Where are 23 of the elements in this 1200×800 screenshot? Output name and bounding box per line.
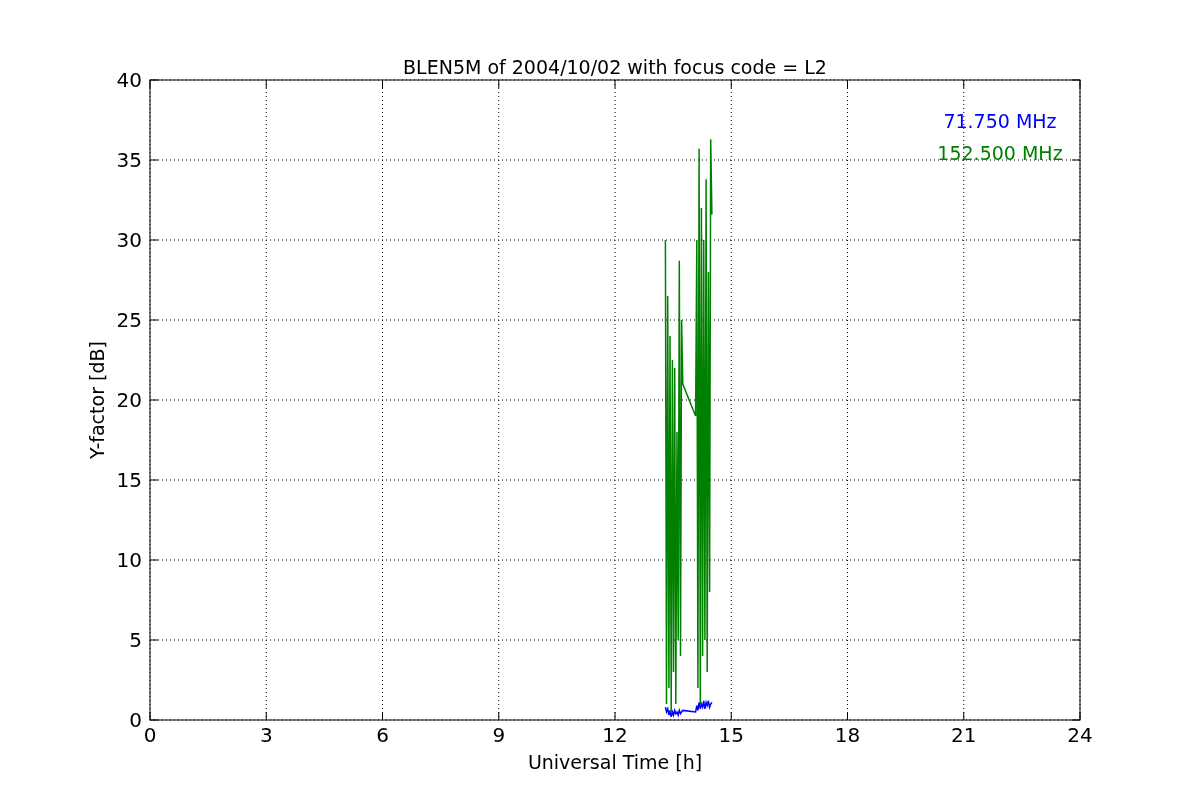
y-tick-label: 10 bbox=[116, 548, 142, 572]
y-tick-label: 5 bbox=[129, 628, 142, 652]
x-tick-label: 18 bbox=[834, 723, 861, 747]
y-tick-label: 15 bbox=[116, 468, 142, 492]
y-axis-label: Y-factor [dB] bbox=[86, 341, 108, 459]
y-tick-label: 35 bbox=[116, 148, 142, 172]
x-tick-label: 24 bbox=[1067, 723, 1093, 747]
x-axis-label: Universal Time [h] bbox=[527, 751, 703, 773]
x-tick-label: 3 bbox=[259, 723, 273, 747]
y-tick-label: 20 bbox=[116, 388, 142, 412]
chart-title: BLEN5M of 2004/10/02 with focus code = L2 bbox=[403, 56, 827, 78]
y-tick-label: 0 bbox=[129, 708, 142, 732]
x-tick-label: 0 bbox=[143, 723, 157, 747]
x-tick-label: 15 bbox=[718, 723, 744, 747]
y-tick-label: 30 bbox=[116, 228, 142, 252]
y-tick-label: 25 bbox=[116, 308, 142, 332]
x-tick-label: 12 bbox=[602, 723, 628, 747]
x-tick-label: 6 bbox=[376, 723, 389, 747]
legend-label: 152.500 MHz bbox=[937, 142, 1063, 164]
x-tick-label: 21 bbox=[951, 723, 977, 747]
legend-label: 71.750 MHz bbox=[943, 110, 1057, 132]
x-tick-label: 9 bbox=[492, 723, 506, 747]
y-tick-label: 40 bbox=[116, 68, 142, 92]
